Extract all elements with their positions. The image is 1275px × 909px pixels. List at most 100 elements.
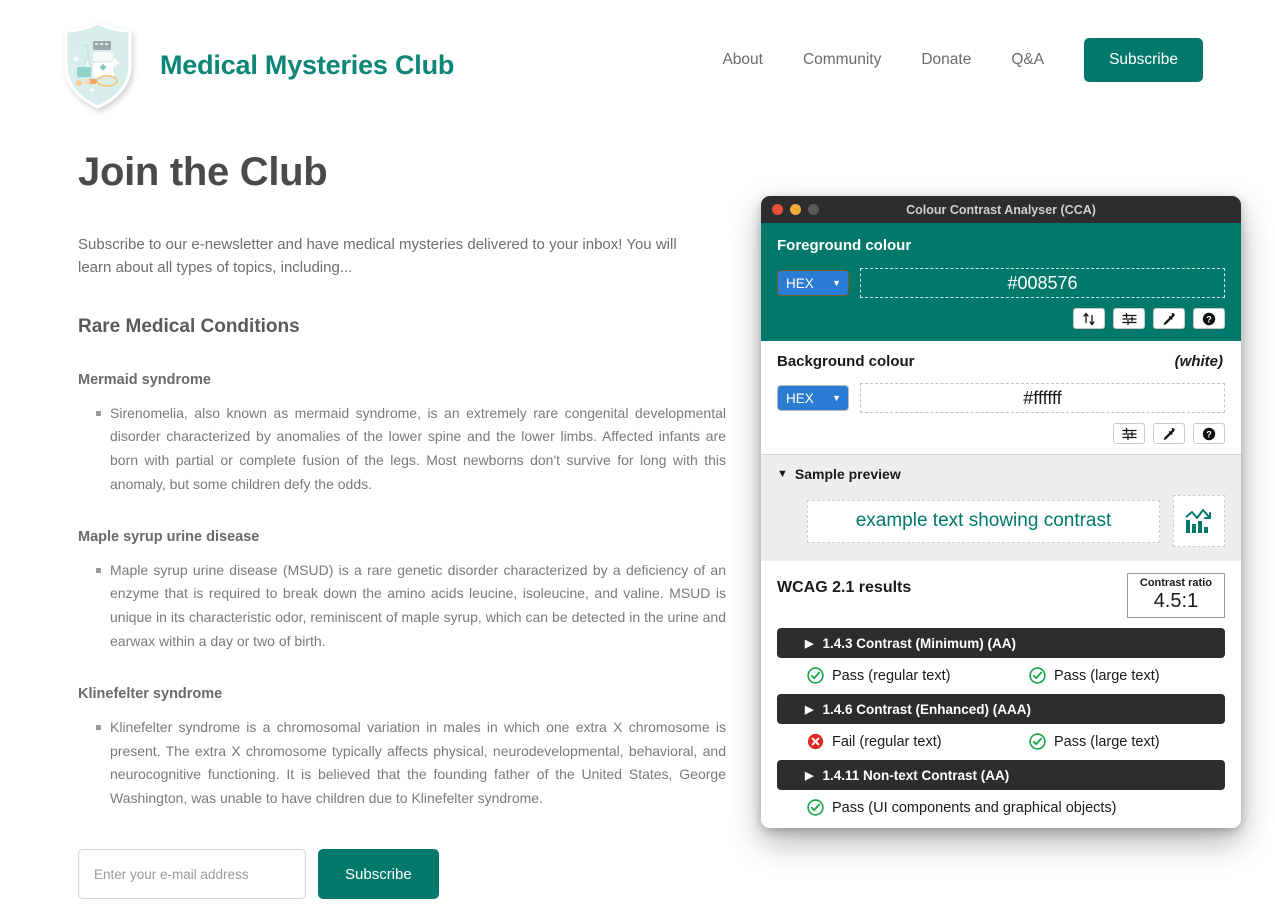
background-format-label: HEX [786,390,814,406]
brand[interactable]: Medical Mysteries Club [62,21,454,109]
colour-contrast-analyser-window: Colour Contrast Analyser (CCA) Foregroun… [761,196,1241,828]
background-colour-note: (white) [1174,353,1223,370]
fail-icon [807,734,824,750]
medical-shield-badge-icon [62,21,134,109]
condition-list-klinefelter: Klinefelter syndrome is a chromosomal va… [78,716,726,811]
site-header: Medical Mysteries Club About Community D… [0,0,1275,130]
list-item: Klinefelter syndrome is a chromosomal va… [96,716,726,811]
triangle-right-icon: ▶ [805,637,814,650]
background-format-select[interactable]: HEX ▼ [777,385,849,411]
result-text: Pass (UI components and graphical object… [832,799,1117,816]
triangle-down-icon: ▼ [777,468,788,480]
triangle-right-icon: ▶ [805,769,814,782]
page-root: Medical Mysteries Club About Community D… [0,0,1275,909]
sample-text-box: example text showing contrast [807,499,1160,543]
header-subscribe-button[interactable]: Subscribe [1084,38,1203,82]
pass-icon [807,667,824,684]
criterion-1-4-3-results: Pass (regular text) Pass (large text) [777,667,1225,684]
condition-list-msud: Maple syrup urine disease (MSUD) is a ra… [78,559,726,654]
foreground-format-select[interactable]: HEX ▼ [777,270,849,296]
result-pass-large-text: Pass (large text) [1029,667,1160,684]
help-icon[interactable]: ? [1193,423,1225,444]
contrast-ratio-label: Contrast ratio [1139,577,1212,589]
sample-preview-disclosure[interactable]: ▼ Sample preview [777,466,1225,482]
condition-list-mermaid: Sirenomelia, also known as mermaid syndr… [78,402,726,497]
criterion-label: 1.4.6 Contrast (Enhanced) (AAA) [822,701,1031,717]
result-text: Fail (regular text) [832,733,942,750]
maximize-window-icon[interactable] [808,204,819,215]
subscribe-form: Subscribe [78,849,726,900]
sample-preview-label: Sample preview [794,466,901,482]
condition-heading-mermaid: Mermaid syndrome [78,371,211,388]
svg-text:?: ? [1206,429,1212,439]
pass-icon [1029,667,1046,684]
sample-preview-row: example text showing contrast [807,495,1225,547]
criterion-label: 1.4.3 Contrast (Minimum) (AA) [822,635,1016,651]
criterion-1-4-11-results: Pass (UI components and graphical object… [777,799,1225,816]
intro-paragraph: Subscribe to our e-newsletter and have m… [78,236,677,277]
brand-title: Medical Mysteries Club [160,49,455,80]
result-fail-regular-text: Fail (regular text) [807,733,1029,750]
sample-preview-section: ▼ Sample preview example text showing co… [761,454,1241,561]
criterion-1-4-6-header[interactable]: ▶ 1.4.6 Contrast (Enhanced) (AAA) [777,694,1225,725]
window-traffic-lights [772,204,819,215]
contrast-ratio-value: 4.5:1 [1153,590,1199,613]
criterion-1-4-3-header[interactable]: ▶ 1.4.3 Contrast (Minimum) (AA) [777,628,1225,659]
foreground-colour-section: Foreground colour HEX ▼ #008576 ? [761,223,1241,341]
section-heading: Rare Medical Conditions [78,315,300,337]
help-icon[interactable]: ? [1193,308,1225,329]
foreground-format-label: HEX [786,275,814,291]
result-pass-regular-text: Pass (regular text) [807,667,1029,684]
criterion-label: 1.4.11 Non-text Contrast (AA) [822,767,1010,783]
sliders-icon[interactable] [1113,308,1145,329]
list-item: Maple syrup urine disease (MSUD) is a ra… [96,559,726,654]
foreground-heading: Foreground colour [777,237,912,254]
list-item: Sirenomelia, also known as mermaid syndr… [96,402,726,497]
wcag-results-title: WCAG 2.1 results [777,579,912,596]
main-content: Join the Club Subscribe to our e-newslet… [78,150,726,909]
nav-link-community[interactable]: Community [783,51,901,69]
background-heading: Background colour [777,353,915,370]
svg-text:?: ? [1206,314,1212,324]
email-input[interactable] [78,849,306,900]
page-title: Join the Club [78,150,328,194]
bar-chart-decline-icon [1173,495,1225,547]
foreground-hex-input[interactable]: #008576 [860,268,1225,298]
sliders-icon[interactable] [1113,423,1145,444]
wcag-results-header: WCAG 2.1 results Contrast ratio 4.5:1 [777,573,1225,619]
background-colour-row: HEX ▼ #ffffff [777,383,1225,413]
triangle-right-icon: ▶ [805,703,814,716]
minimize-window-icon[interactable] [790,204,801,215]
background-icon-row: ? [777,423,1225,444]
result-pass-large-text: Pass (large text) [1029,733,1160,750]
criterion-1-4-6-results: Fail (regular text) Pass (large text) [777,733,1225,750]
cca-window-title: Colour Contrast Analyser (CCA) [906,202,1096,217]
background-colour-section: Background colour (white) HEX ▼ #ffffff … [761,341,1241,454]
close-window-icon[interactable] [772,204,783,215]
result-text: Pass (regular text) [832,667,951,684]
chevron-down-icon: ▼ [832,277,841,288]
nav-link-qa[interactable]: Q&A [991,51,1064,69]
foreground-colour-row: HEX ▼ #008576 [777,268,1225,298]
pass-icon [1029,733,1046,750]
pass-icon [807,799,824,816]
cca-titlebar[interactable]: Colour Contrast Analyser (CCA) [761,196,1241,223]
foreground-icon-row: ? [777,308,1225,329]
wcag-results-section: WCAG 2.1 results Contrast ratio 4.5:1 ▶ … [761,561,1241,828]
nav-link-donate[interactable]: Donate [901,51,991,69]
chevron-down-icon: ▼ [832,392,841,403]
result-pass-ui-components: Pass (UI components and graphical object… [807,799,1117,816]
eyedropper-icon[interactable] [1153,423,1185,444]
condition-heading-msud: Maple syrup urine disease [78,528,260,545]
result-text: Pass (large text) [1054,667,1160,684]
main-nav: About Community Donate Q&A Subscribe [702,38,1203,82]
contrast-ratio-box: Contrast ratio 4.5:1 [1126,573,1225,619]
nav-link-about[interactable]: About [702,51,783,69]
result-text: Pass (large text) [1054,733,1160,750]
eyedropper-icon[interactable] [1153,308,1185,329]
background-hex-input[interactable]: #ffffff [860,383,1225,413]
criterion-1-4-11-header[interactable]: ▶ 1.4.11 Non-text Contrast (AA) [777,760,1225,791]
swap-colours-icon[interactable] [1073,308,1105,329]
subscribe-button[interactable]: Subscribe [318,849,439,900]
condition-heading-klinefelter: Klinefelter syndrome [78,685,223,702]
